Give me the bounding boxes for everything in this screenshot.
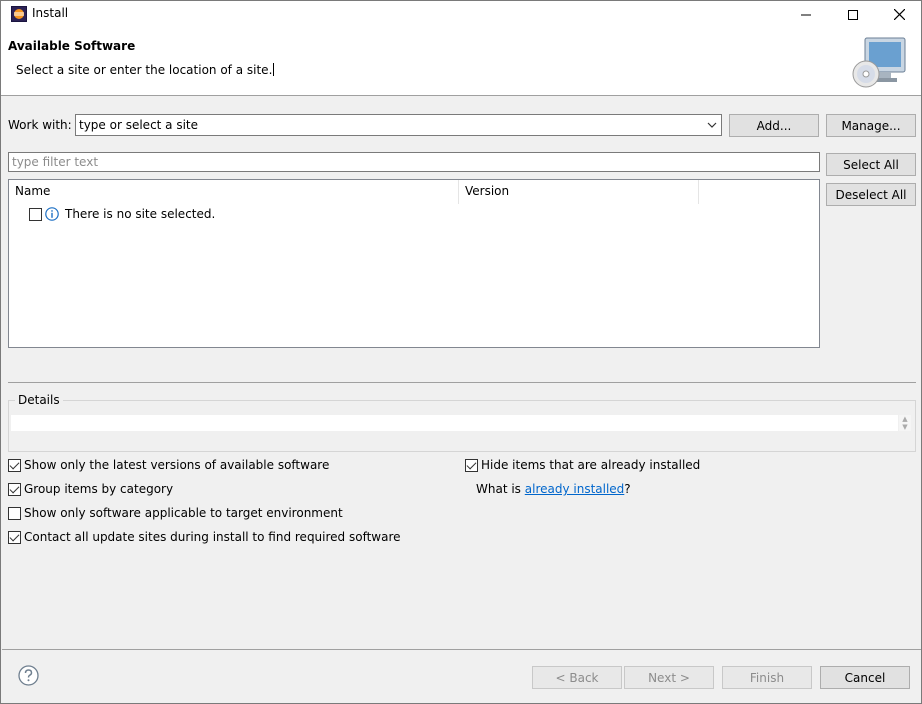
- maximize-icon: [848, 9, 858, 20]
- option-applicable-target[interactable]: Show only software applicable to target …: [8, 506, 343, 520]
- hide-installed-label: Hide items that are already installed: [481, 458, 701, 472]
- details-scrollbar[interactable]: ▲ ▼: [899, 415, 911, 431]
- already-installed-link[interactable]: already installed: [525, 482, 625, 496]
- applicable-target-checkbox[interactable]: [8, 506, 21, 520]
- cancel-button[interactable]: Cancel: [820, 666, 910, 689]
- column-header-name[interactable]: Name: [9, 180, 459, 204]
- next-button[interactable]: Next >: [624, 666, 714, 689]
- select-all-button[interactable]: Select All: [826, 153, 916, 176]
- contact-sites-checkbox[interactable]: [8, 530, 21, 544]
- filter-placeholder: type filter text: [12, 155, 99, 169]
- title-bar: Install: [1, 1, 921, 28]
- page-message: Select a site or enter the location of a…: [16, 63, 275, 77]
- eclipse-app-icon: [11, 6, 27, 22]
- option-group-by-category[interactable]: Group items by category: [8, 482, 173, 496]
- latest-versions-checkbox[interactable]: [8, 458, 21, 472]
- software-tree[interactable]: Name Version There is no site selected.: [8, 179, 820, 348]
- row-checkbox[interactable]: [29, 207, 42, 221]
- option-hide-installed[interactable]: Hide items that are already installed: [465, 458, 700, 472]
- applicable-target-label: Show only software applicable to target …: [24, 506, 343, 520]
- divider: [8, 382, 916, 383]
- maximize-button[interactable]: [830, 1, 876, 28]
- what-is-suffix: ?: [624, 482, 631, 496]
- what-is-prefix: What is: [476, 482, 525, 496]
- row-text: There is no site selected.: [65, 207, 216, 221]
- page-message-text: Select a site or enter the location of a…: [16, 63, 273, 77]
- option-latest-versions[interactable]: Show only the latest versions of availab…: [8, 458, 329, 472]
- column-header-version[interactable]: Version: [459, 180, 699, 204]
- install-software-icon: [852, 37, 906, 88]
- finish-button[interactable]: Finish: [722, 666, 812, 689]
- latest-versions-label: Show only the latest versions of availab…: [24, 458, 330, 472]
- contact-sites-label: Contact all update sites during install …: [24, 530, 401, 544]
- help-icon[interactable]: [18, 665, 39, 686]
- what-is-installed: What is already installed?: [476, 482, 631, 496]
- header-banner: Available Software Select a site or ente…: [1, 28, 921, 96]
- group-by-category-checkbox[interactable]: [8, 482, 21, 496]
- hide-installed-checkbox[interactable]: [465, 458, 478, 472]
- minimize-button[interactable]: [783, 1, 829, 28]
- group-by-category-label: Group items by category: [24, 482, 174, 496]
- back-button[interactable]: < Back: [532, 666, 622, 689]
- manage-sites-button[interactable]: Manage...: [826, 114, 916, 137]
- details-text-area[interactable]: [11, 415, 898, 431]
- work-with-label: Work with:: [8, 118, 72, 132]
- install-dialog: Install Available Software Select a site…: [0, 0, 922, 704]
- text-caret: [273, 63, 275, 76]
- page-title: Available Software: [8, 39, 136, 53]
- tree-row[interactable]: There is no site selected.: [29, 205, 215, 223]
- details-label: Details: [15, 393, 63, 407]
- footer-divider: [2, 649, 921, 650]
- work-with-combo[interactable]: type or select a site: [75, 114, 722, 136]
- window-title: Install: [32, 6, 69, 20]
- option-contact-sites[interactable]: Contact all update sites during install …: [8, 530, 401, 544]
- filter-input[interactable]: type filter text: [8, 152, 820, 172]
- close-icon: [893, 9, 905, 20]
- close-button[interactable]: [876, 1, 922, 28]
- deselect-all-button[interactable]: Deselect All: [826, 183, 916, 206]
- add-site-button[interactable]: Add...: [729, 114, 819, 137]
- minimize-icon: [801, 14, 811, 15]
- info-icon: [45, 207, 59, 221]
- chevron-down-icon[interactable]: [707, 120, 717, 130]
- work-with-value: type or select a site: [79, 118, 199, 132]
